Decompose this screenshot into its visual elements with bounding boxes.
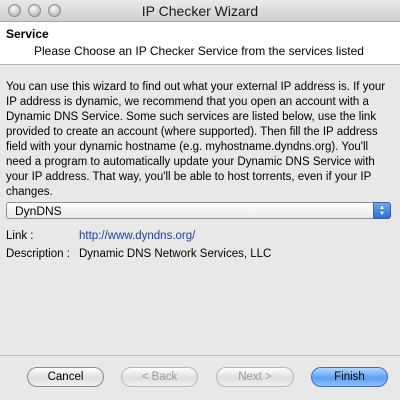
service-link[interactable]: http://www.dyndns.org/ xyxy=(79,230,195,242)
service-description: Dynamic DNS Network Services, LLC xyxy=(79,248,272,260)
step-subtitle: Please Choose an IP Checker Service from… xyxy=(34,44,364,58)
description-label: Description : xyxy=(6,248,70,260)
window-title: IP Checker Wizard xyxy=(141,3,259,19)
finish-button[interactable]: Finish xyxy=(311,367,388,387)
next-button[interactable]: Next > xyxy=(216,367,294,387)
wizard-header: Service Please Choose an IP Checker Serv… xyxy=(0,22,400,65)
service-select-value: DynDNS xyxy=(15,204,62,218)
title-bar: IP Checker Wizard xyxy=(0,0,400,22)
back-button[interactable]: < Back xyxy=(121,367,198,387)
step-title: Service xyxy=(6,27,49,41)
service-select[interactable]: DynDNS ▲ ▼ xyxy=(6,202,391,219)
footer-divider xyxy=(0,355,400,356)
link-label: Link : xyxy=(6,230,34,242)
wizard-description: You can use this wizard to find out what… xyxy=(6,81,386,198)
cancel-button[interactable]: Cancel xyxy=(27,367,104,387)
updown-arrows-icon[interactable]: ▲ ▼ xyxy=(373,202,391,219)
